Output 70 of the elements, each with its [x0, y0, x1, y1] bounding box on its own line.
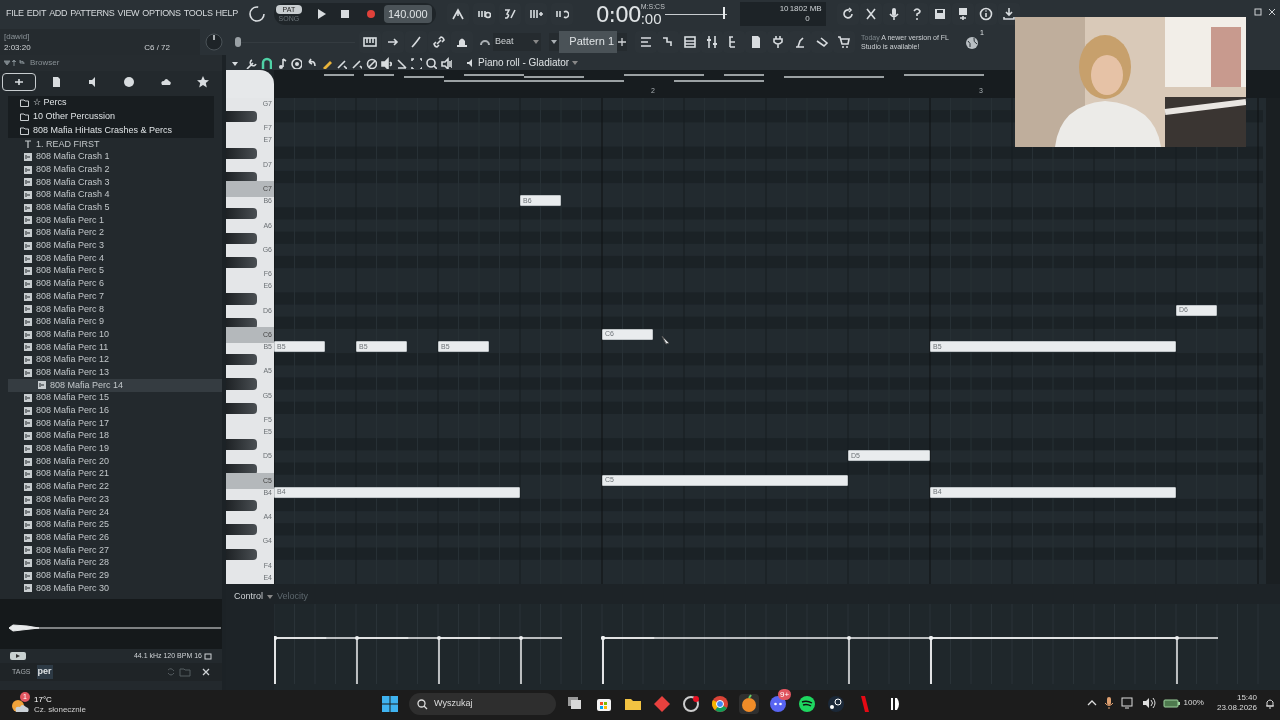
browser-file[interactable]: 808 Mafia Perc 21 — [0, 467, 222, 481]
browser-file[interactable]: 808 Mafia Perc 6 — [0, 277, 222, 291]
browser-file[interactable]: 808 Mafia Perc 10 — [0, 328, 222, 341]
snap-dropdown[interactable]: Beat — [493, 32, 541, 51]
clock-time[interactable]: 15:40 — [1236, 693, 1257, 703]
menu-item[interactable]: EDIT — [26, 7, 47, 21]
memory-reading: 1802 MB — [789, 4, 822, 14]
search-field[interactable]: Wyszukaj — [409, 693, 556, 715]
hint-note: C6 / 72 — [144, 41, 170, 54]
browser-file[interactable]: 808 Mafia Perc 2 — [0, 226, 222, 240]
tags-field[interactable]: per — [36, 665, 53, 679]
notification-badge: 9+ — [778, 689, 792, 700]
menu-item[interactable]: HELP — [215, 7, 238, 21]
tempo-display[interactable]: 140.000 — [383, 5, 432, 23]
menu-item[interactable]: ADD — [49, 7, 68, 21]
browser-file[interactable]: 808 Mafia Perc 4 — [0, 252, 222, 265]
browser-file[interactable]: 808 Mafia Perc 16 — [0, 404, 222, 418]
browser-file[interactable]: 808 Mafia Perc 25 — [0, 518, 222, 532]
browser-folder[interactable]: 10 Other Percussion — [8, 110, 214, 124]
hint-user: [dawid] — [4, 30, 30, 43]
browser-file[interactable]: 808 Mafia Perc 29 — [0, 569, 222, 583]
browser-file[interactable]: 808 Mafia Perc 30 — [0, 582, 222, 595]
menu-item[interactable]: OPTIONS — [142, 7, 181, 21]
battery-level: 100% — [1183, 697, 1204, 709]
browser-file[interactable]: 808 Mafia Perc 24 — [0, 505, 222, 519]
menu-item[interactable]: FILE — [6, 7, 24, 21]
lane-label: Velocity — [277, 590, 309, 604]
browser-file[interactable]: 808 Mafia Crash 4 — [0, 188, 222, 202]
browser-folder[interactable]: ☆ Percs — [8, 96, 214, 110]
browser-file[interactable]: 808 Mafia Perc 9 — [0, 315, 222, 329]
control-label[interactable]: Control — [234, 590, 263, 604]
piano-roll-title[interactable]: Piano roll - Gladiator — [478, 55, 570, 70]
menu-item[interactable]: TOOLS — [183, 7, 213, 21]
time-fraction: :00 — [640, 10, 662, 27]
browser-file[interactable]: 808 Mafia Crash 3 — [0, 176, 222, 189]
pattern-selector[interactable]: Pattern 1 — [559, 30, 617, 53]
browser-file[interactable]: 808 Mafia Perc 3 — [0, 239, 222, 253]
cpu-reading: 10 — [778, 4, 789, 14]
temperature: 17°C — [34, 695, 53, 705]
browser-file[interactable]: 808 Mafia Perc 5 — [0, 264, 222, 278]
browser-file[interactable]: 808 Mafia Perc 11 — [0, 341, 222, 354]
clock-date[interactable]: 23.08.2026 — [1216, 703, 1257, 713]
hint-time: 2:03:20 — [4, 41, 31, 54]
weather-text: Cz. słonecznie — [34, 705, 87, 715]
browser-file[interactable]: 808 Mafia Perc 23 — [0, 493, 222, 506]
browser-file[interactable]: 808 Mafia Perc 15 — [0, 391, 222, 405]
menu-item[interactable]: PATTERNS — [70, 7, 115, 21]
browser-file[interactable]: 808 Mafia Perc 26 — [0, 531, 222, 544]
browser-file[interactable]: 1. READ FIRST — [0, 138, 222, 151]
browser-file[interactable]: 808 Mafia Perc 8 — [0, 302, 222, 316]
browser-file[interactable]: 808 Mafia Crash 5 — [0, 201, 222, 215]
browser-file[interactable]: 808 Mafia Perc 20 — [0, 455, 222, 468]
browser-file[interactable]: 808 Mafia Perc 1 — [0, 214, 222, 227]
browser-file[interactable]: 808 Mafia Crash 1 — [0, 150, 222, 164]
browser-file[interactable]: 808 Mafia Perc 28 — [0, 556, 222, 570]
browser-file[interactable]: 808 Mafia Perc 17 — [0, 417, 222, 430]
voices-reading: 0 — [805, 14, 811, 24]
browser-title: Browser — [30, 57, 60, 69]
menu-item[interactable]: VIEW — [117, 7, 140, 21]
browser-file[interactable]: 808 Mafia Perc 13 — [0, 366, 222, 380]
browser-file[interactable]: 808 Mafia Perc 18 — [0, 429, 222, 443]
browser-file[interactable]: 808 Mafia Perc 27 — [0, 544, 222, 557]
browser-file[interactable]: 808 Mafia Perc 7 — [0, 290, 222, 303]
browser-folder[interactable]: 808 Mafia HiHats Crashes & Percs — [8, 124, 214, 138]
browser-file[interactable]: 808 Mafia Crash 2 — [0, 163, 222, 177]
time-display: 0:00 — [595, 3, 641, 27]
browser-file[interactable]: 808 Mafia Perc 19 — [0, 442, 222, 456]
browser-file[interactable]: 808 Mafia Perc 22 — [0, 480, 222, 494]
browser-file[interactable]: 808 Mafia Perc 14 — [8, 379, 222, 392]
browser-file[interactable]: 808 Mafia Perc 12 — [0, 353, 222, 367]
